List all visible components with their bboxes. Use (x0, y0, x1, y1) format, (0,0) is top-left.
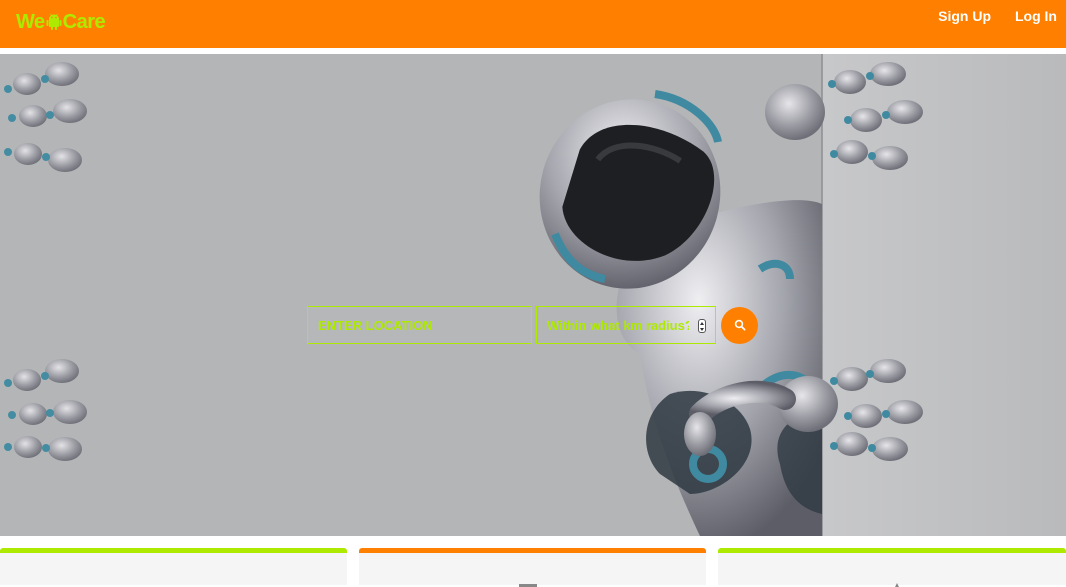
stepper-down-icon[interactable] (700, 327, 704, 331)
card-icon (519, 584, 537, 587)
location-input[interactable] (307, 306, 532, 344)
radius-stepper[interactable] (698, 319, 706, 333)
radius-field (536, 306, 716, 344)
log-in-link[interactable]: Log In (1015, 8, 1057, 24)
feature-card[interactable] (0, 548, 347, 585)
location-search-bar (307, 306, 758, 344)
card-icon (895, 583, 899, 587)
feature-cards (0, 548, 1066, 587)
feature-card[interactable] (359, 548, 706, 587)
search-button[interactable] (721, 306, 758, 344)
search-icon (734, 319, 746, 331)
stepper-up-icon[interactable] (700, 321, 704, 325)
hero-banner (0, 54, 1066, 536)
robot-peeking-icon (4, 54, 1066, 536)
brand-prefix: We (16, 10, 45, 33)
radius-input[interactable] (537, 307, 715, 343)
feature-card[interactable] (718, 548, 1066, 587)
brand-suffix: Care (62, 10, 106, 33)
nav-links: Sign Up Log In (938, 8, 1057, 24)
sign-up-link[interactable]: Sign Up (938, 8, 991, 24)
brand-logo[interactable]: We Care (16, 9, 106, 35)
top-navbar: We Care Sign Up Log In (0, 0, 1066, 48)
android-icon (46, 13, 62, 30)
